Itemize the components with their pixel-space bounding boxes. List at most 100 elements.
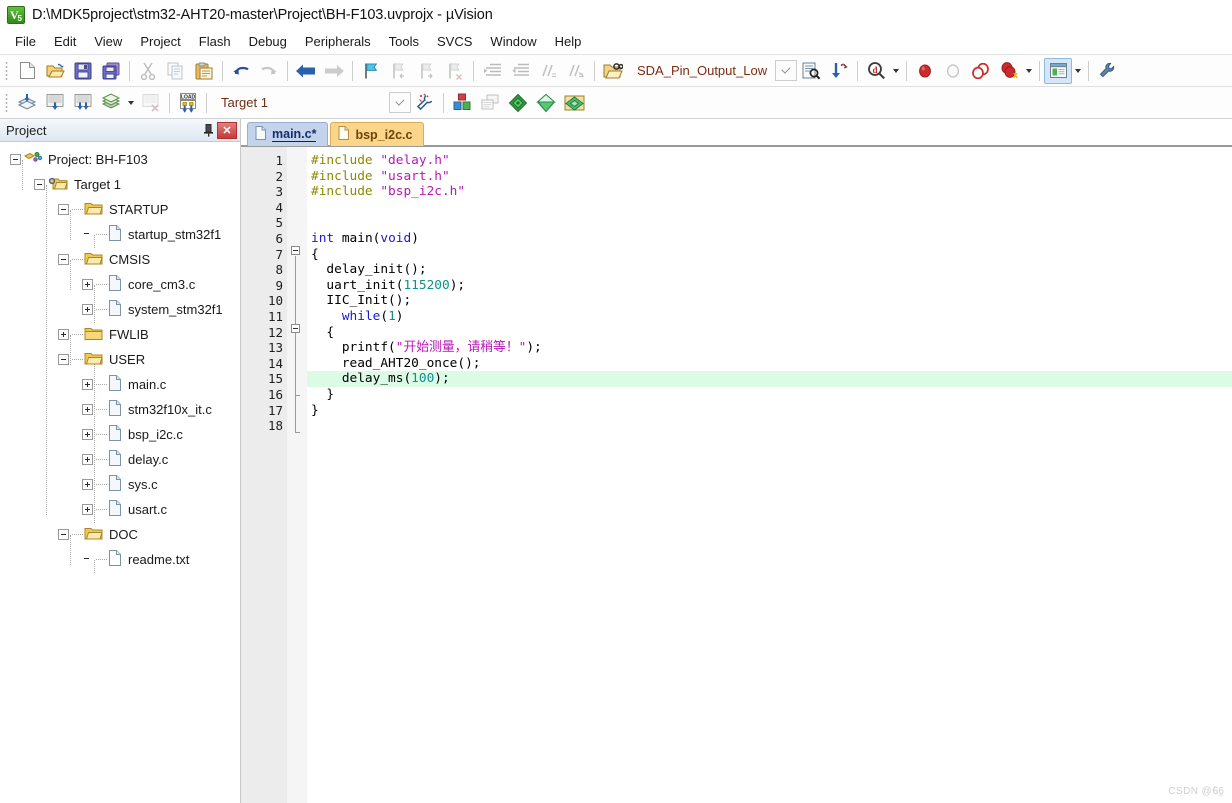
bookmark-next-icon[interactable]: [413, 58, 441, 84]
menu-tools[interactable]: Tools: [380, 32, 428, 51]
tree-item-target[interactable]: Target 1: [0, 172, 240, 197]
save-icon[interactable]: [69, 58, 97, 84]
kill-all-breakpoints-icon[interactable]: x: [995, 58, 1023, 84]
tree-toggle-icon[interactable]: [82, 379, 93, 390]
code-folding-gutter[interactable]: [287, 147, 307, 803]
bookmark-prev-icon[interactable]: [385, 58, 413, 84]
code-text[interactable]: #include "delay.h" #include "usart.h" #i…: [307, 147, 1232, 803]
pack-installer-icon[interactable]: [504, 90, 532, 116]
bookmark-toggle-icon[interactable]: [357, 58, 385, 84]
tree-item-fwlib[interactable]: FWLIB: [0, 322, 240, 347]
breakpoints-dropdown[interactable]: [1023, 58, 1035, 84]
disable-all-breakpoints-icon[interactable]: [967, 58, 995, 84]
tree-item-bsp-i2c-c[interactable]: bsp_i2c.c: [0, 422, 240, 447]
cut-icon[interactable]: [134, 58, 162, 84]
tree-item-startup-stm32f1[interactable]: startup_stm32f1: [0, 222, 240, 247]
code-editor[interactable]: 1 2 3 4 5 6 7 8 9 10 11 12 13 14 15 16 1: [241, 146, 1232, 803]
toolbar-grip[interactable]: [3, 91, 10, 114]
batch-build-dropdown[interactable]: [125, 90, 137, 116]
tree-item-project[interactable]: Project: BH-F103: [0, 147, 240, 172]
target-combo-value[interactable]: Target 1: [211, 95, 389, 110]
download-icon[interactable]: LOAD: [174, 90, 202, 116]
find-icon[interactable]: [797, 58, 825, 84]
redo-icon[interactable]: [255, 58, 283, 84]
tree-toggle-icon[interactable]: [58, 529, 69, 540]
tree-item-stm32f10x-it-c[interactable]: stm32f10x_it.c: [0, 397, 240, 422]
tree-toggle-icon[interactable]: [82, 479, 93, 490]
menu-project[interactable]: Project: [131, 32, 189, 51]
paste-icon[interactable]: [190, 58, 218, 84]
find-combo-dropdown[interactable]: [775, 60, 798, 81]
manage-run-environment-icon[interactable]: [532, 90, 560, 116]
uncomment-icon[interactable]: [562, 58, 590, 84]
undo-icon[interactable]: [227, 58, 255, 84]
manage-windows-icon[interactable]: [1044, 57, 1073, 84]
tree-toggle-icon[interactable]: [82, 304, 93, 315]
navigate-forward-icon[interactable]: [320, 58, 348, 84]
navigate-back-icon[interactable]: [292, 58, 320, 84]
translate-icon[interactable]: [13, 90, 41, 116]
copy-icon[interactable]: [162, 58, 190, 84]
tree-toggle-icon[interactable]: [58, 329, 69, 340]
close-icon[interactable]: ✕: [217, 121, 237, 139]
multi-project-icon[interactable]: [476, 90, 504, 116]
tree-item-startup[interactable]: STARTUP: [0, 197, 240, 222]
outdent-icon[interactable]: [506, 58, 534, 84]
menu-peripherals[interactable]: Peripherals: [296, 32, 380, 51]
batch-build-icon[interactable]: [97, 90, 125, 116]
build-icon[interactable]: [41, 90, 69, 116]
fold-toggle-icon[interactable]: [291, 246, 300, 255]
tree-toggle-icon[interactable]: [82, 454, 93, 465]
menu-file[interactable]: File: [6, 32, 45, 51]
new-file-icon[interactable]: [13, 58, 41, 84]
indent-icon[interactable]: [478, 58, 506, 84]
magnify-browse-icon[interactable]: d: [862, 58, 890, 84]
incremental-find-icon[interactable]: [825, 58, 853, 84]
configure-icon[interactable]: [1093, 58, 1121, 84]
comment-icon[interactable]: [534, 58, 562, 84]
tab-bsp-i2c-c[interactable]: bsp_i2c.c: [330, 122, 425, 146]
enable-breakpoint-icon[interactable]: [939, 58, 967, 84]
target-options-icon[interactable]: [411, 90, 439, 116]
find-combo-value[interactable]: SDA_Pin_Output_Low: [627, 63, 775, 78]
tree-toggle-icon[interactable]: [82, 429, 93, 440]
tree-item-usart-c[interactable]: usart.c: [0, 497, 240, 522]
manage-components-icon[interactable]: [448, 90, 476, 116]
menu-svcs[interactable]: SVCS: [428, 32, 481, 51]
menu-debug[interactable]: Debug: [240, 32, 296, 51]
menu-flash[interactable]: Flash: [190, 32, 240, 51]
tab-main-c[interactable]: main.c*: [247, 122, 329, 146]
tree-toggle-icon[interactable]: [82, 504, 93, 515]
menu-help[interactable]: Help: [546, 32, 591, 51]
toolbar-grip[interactable]: [3, 59, 10, 82]
menu-view[interactable]: View: [85, 32, 131, 51]
menu-edit[interactable]: Edit: [45, 32, 85, 51]
menu-window[interactable]: Window: [481, 32, 545, 51]
pin-icon[interactable]: [199, 121, 217, 139]
tree-toggle-icon[interactable]: [58, 354, 69, 365]
tree-item-user[interactable]: USER: [0, 347, 240, 372]
bookmark-clear-icon[interactable]: [441, 58, 469, 84]
tree-item-delay-c[interactable]: delay.c: [0, 447, 240, 472]
rebuild-icon[interactable]: [69, 90, 97, 116]
tree-toggle-icon[interactable]: [10, 154, 21, 165]
tree-item-main-c[interactable]: main.c: [0, 372, 240, 397]
save-all-icon[interactable]: [97, 58, 125, 84]
tree-toggle-icon[interactable]: [58, 204, 69, 215]
insert-breakpoint-icon[interactable]: [911, 58, 939, 84]
tree-toggle-icon[interactable]: [82, 279, 93, 290]
tree-item-cmsis[interactable]: CMSIS: [0, 247, 240, 272]
tree-item-system-stm32f1[interactable]: system_stm32f1: [0, 297, 240, 322]
tree-item-doc[interactable]: DOC: [0, 522, 240, 547]
select-software-packs-icon[interactable]: [560, 90, 588, 116]
manage-windows-dropdown[interactable]: [1072, 58, 1084, 84]
open-file-icon[interactable]: [41, 58, 69, 84]
tree-toggle-icon[interactable]: [34, 179, 45, 190]
target-combo-dropdown[interactable]: [389, 92, 411, 113]
fold-toggle-icon[interactable]: [291, 324, 300, 333]
tree-toggle-icon[interactable]: [58, 254, 69, 265]
stop-build-icon[interactable]: [137, 90, 165, 116]
tree-toggle-icon[interactable]: [82, 404, 93, 415]
magnify-browse-dropdown[interactable]: [890, 58, 902, 84]
tree-item-core-cm3[interactable]: core_cm3.c: [0, 272, 240, 297]
